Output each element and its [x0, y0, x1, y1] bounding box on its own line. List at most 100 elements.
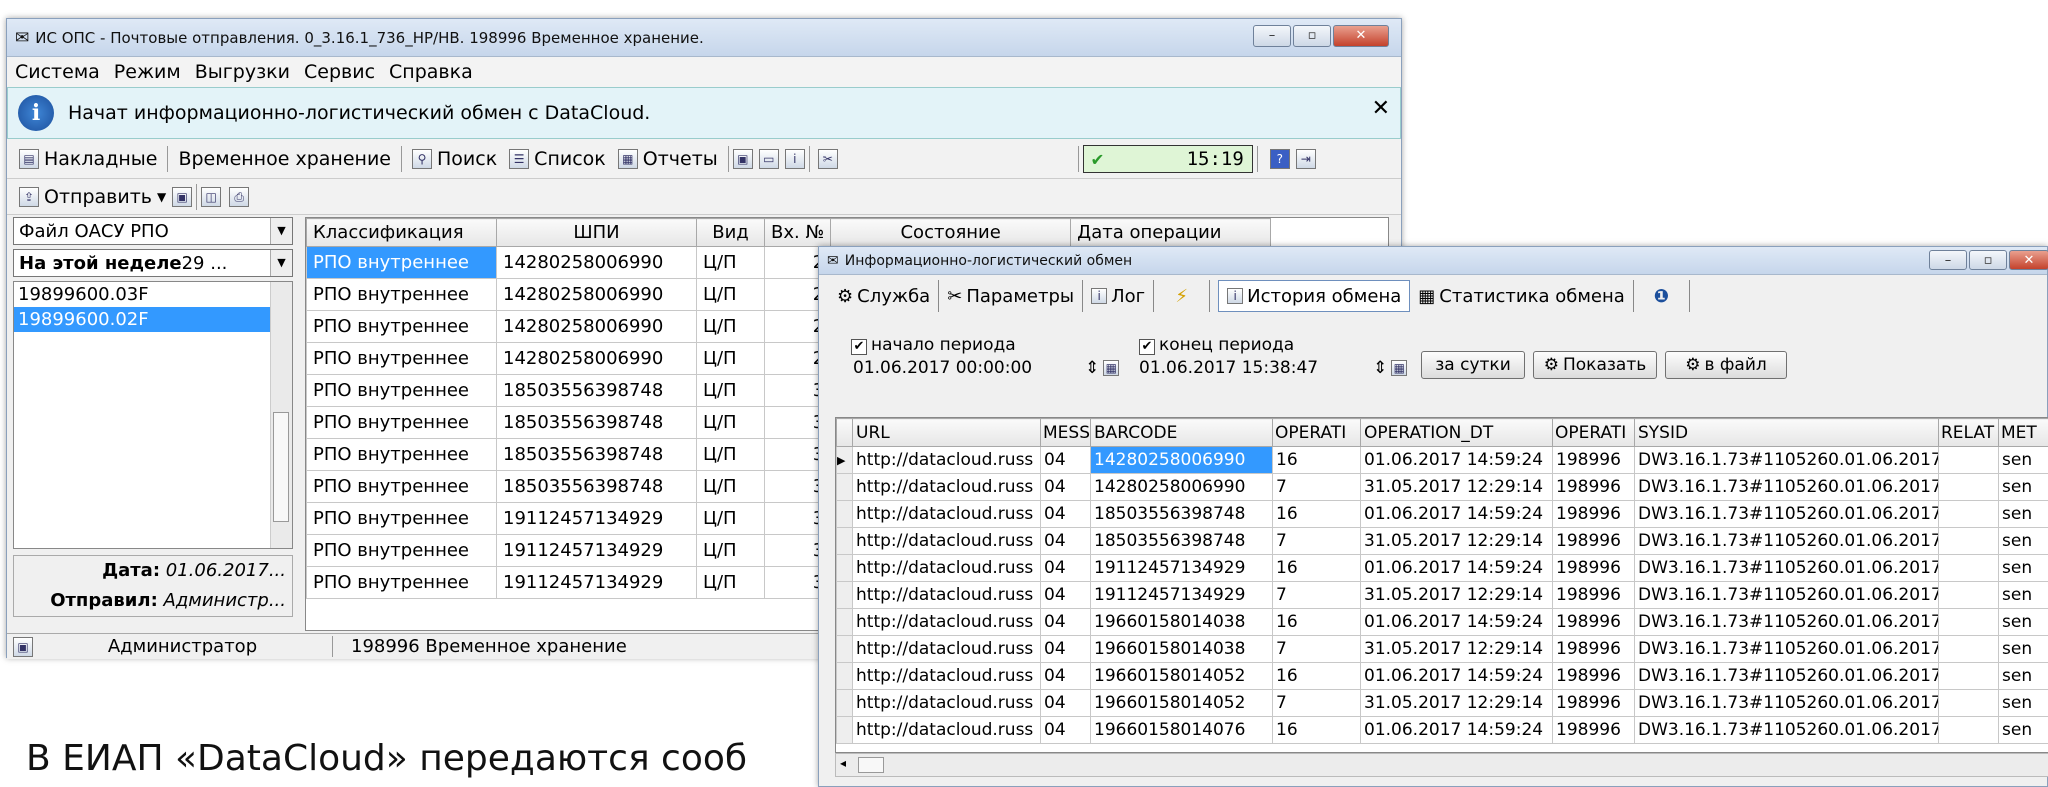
- tab-info[interactable]: ❶: [1634, 280, 1690, 312]
- column-header[interactable]: Вх. №: [763, 218, 832, 247]
- minimize-button[interactable]: –: [1253, 25, 1291, 47]
- scroll-left-icon[interactable]: ◂: [840, 756, 846, 770]
- table-cell: РПО внутреннее: [306, 406, 497, 439]
- dialog-close-button[interactable]: ✕: [2009, 250, 2048, 270]
- history-icon: i: [1227, 288, 1244, 304]
- table-row[interactable]: http://datacloud.russ 04 19660158014052 7 31…: [836, 689, 2048, 717]
- dialog-minimize-button[interactable]: –: [1929, 250, 1967, 270]
- tab-exchange-stats[interactable]: ▦ Статистика обмена: [1410, 280, 1634, 312]
- column-header[interactable]: SYSID: [1634, 418, 1939, 447]
- column-header[interactable]: OPERATION_DT: [1360, 418, 1553, 447]
- table-cell: sen: [1998, 527, 2048, 555]
- column-header[interactable]: ШПИ: [496, 218, 697, 247]
- help-icon[interactable]: ?: [1269, 148, 1290, 169]
- send-icon: ⇪: [19, 186, 39, 207]
- table-row[interactable]: ▶ http://datacloud.russ 04 14280258006990 16…: [836, 446, 2048, 474]
- column-header[interactable]: RELAT: [1938, 418, 1999, 447]
- column-header[interactable]: Вид: [696, 218, 765, 247]
- table-row[interactable]: http://datacloud.russ 04 19660158014076 16 0…: [836, 716, 2048, 744]
- table-cell: 7: [1272, 689, 1361, 717]
- invoices-button[interactable]: ▤ Накладные: [13, 148, 163, 170]
- column-header[interactable]: Дата операции: [1070, 218, 1272, 247]
- table-cell: 198996: [1552, 581, 1635, 609]
- table-row[interactable]: http://datacloud.russ 04 19112457134929 16 0…: [836, 554, 2048, 582]
- column-header[interactable]: OPERATI: [1552, 418, 1635, 447]
- menu-service[interactable]: Сервис: [304, 61, 375, 83]
- show-button[interactable]: ⚙ Показать: [1533, 351, 1657, 379]
- tab-lightning[interactable]: ⚡: [1154, 280, 1211, 312]
- lightning-icon: ⚡: [1175, 285, 1188, 307]
- column-header[interactable]: Классификация: [306, 218, 497, 247]
- menu-help[interactable]: Справка: [389, 61, 473, 83]
- spinner-icon[interactable]: ⇕: [1373, 358, 1387, 378]
- column-header[interactable]: OPERATI: [1272, 418, 1361, 447]
- calendar-icon[interactable]: ▦: [1103, 360, 1120, 376]
- tab-parameters[interactable]: ✂ Параметры: [939, 280, 1084, 312]
- tab-exchange-history[interactable]: i История обмена: [1218, 280, 1411, 312]
- column-header[interactable]: URL: [852, 418, 1041, 447]
- close-button[interactable]: ✕: [1333, 25, 1389, 47]
- info-close-icon[interactable]: ✕: [1372, 96, 1390, 121]
- send-button[interactable]: ⇪ Отправить ▼: [13, 186, 172, 208]
- disk-icon[interactable]: ▣: [172, 186, 193, 207]
- table-row[interactable]: http://datacloud.russ 04 18503556398748 16 0…: [836, 500, 2048, 528]
- table-cell: 19660158014038: [1090, 608, 1273, 636]
- table-cell: [1938, 473, 1999, 501]
- period-start-checkbox[interactable]: ✔: [851, 339, 867, 355]
- table-cell: 01.06.2017 14:59:24: [1360, 608, 1553, 636]
- reports-button[interactable]: ▦ Отчеты: [612, 148, 724, 170]
- per-day-button[interactable]: за сутки: [1421, 351, 1525, 379]
- toolbar-separator: [1256, 145, 1258, 172]
- column-header[interactable]: Состояние: [830, 218, 1072, 247]
- calendar-icon[interactable]: ▦: [1391, 360, 1408, 376]
- tools-icon[interactable]: ✂: [817, 148, 838, 169]
- period-start-input[interactable]: 01.06.2017 00:00:00: [851, 355, 1081, 381]
- folder-icon[interactable]: ▭: [758, 148, 779, 169]
- search-button[interactable]: ⚲ Поиск: [406, 148, 503, 170]
- horizontal-scrollbar[interactable]: ◂: [835, 753, 2048, 777]
- column-header[interactable]: MET: [1998, 418, 2048, 447]
- document-icon: ▤: [19, 148, 39, 169]
- list-item[interactable]: 19899600.03F: [14, 282, 292, 307]
- scrollbar-thumb[interactable]: [273, 412, 289, 522]
- export-to-file-button[interactable]: ⚙ в файл: [1665, 351, 1787, 379]
- period-combo[interactable]: На этой неделе 29 ... ▼: [13, 249, 293, 277]
- table-row[interactable]: http://datacloud.russ 04 18503556398748 7 31…: [836, 527, 2048, 555]
- chevron-down-icon: ▼: [270, 218, 292, 244]
- save-icon[interactable]: ▣: [732, 148, 753, 169]
- table-cell: 04: [1040, 608, 1091, 636]
- table-row[interactable]: http://datacloud.russ 04 19660158014038 7 31…: [836, 635, 2048, 663]
- table-row[interactable]: http://datacloud.russ 04 14280258006990 7 31…: [836, 473, 2048, 501]
- info-icon: ❶: [1653, 285, 1669, 307]
- period-end-input[interactable]: 01.06.2017 15:38:47: [1139, 355, 1369, 381]
- table-cell: http://datacloud.russ: [852, 716, 1041, 744]
- exit-icon[interactable]: ⇥: [1295, 148, 1316, 169]
- lock-icon: ▣: [13, 636, 33, 657]
- maximize-button[interactable]: ▫: [1293, 25, 1331, 47]
- dialog-maximize-button[interactable]: ▫: [1969, 250, 2007, 270]
- info-list-icon[interactable]: i: [784, 148, 805, 169]
- tab-log[interactable]: i Лог: [1083, 280, 1155, 312]
- slide-caption: В ЕИАП «DataCloud» передаются сооб: [26, 738, 748, 779]
- temp-storage-button[interactable]: Временное хранение: [172, 148, 397, 170]
- preview-icon[interactable]: ◫: [201, 186, 222, 207]
- menu-system[interactable]: Система: [15, 61, 100, 83]
- menu-exports[interactable]: Выгрузки: [195, 61, 290, 83]
- info-banner: i Начат информационно-логистический обме…: [7, 87, 1401, 139]
- column-header[interactable]: MESS: [1040, 418, 1091, 447]
- period-end-checkbox[interactable]: ✔: [1139, 339, 1155, 355]
- tab-service[interactable]: ⚙ Служба: [829, 280, 940, 312]
- table-cell: 01.06.2017 14:59:24: [1360, 500, 1553, 528]
- scrollbar-thumb[interactable]: [858, 757, 884, 773]
- table-row[interactable]: http://datacloud.russ 04 19660158014038 16 0…: [836, 608, 2048, 636]
- file-type-combo[interactable]: Файл ОАСУ РПО ▼: [13, 217, 293, 245]
- list-button[interactable]: ☰ Список: [503, 148, 612, 170]
- table-row[interactable]: http://datacloud.russ 04 19112457134929 7 31…: [836, 581, 2048, 609]
- column-header[interactable]: BARCODE: [1090, 418, 1273, 447]
- spinner-icon[interactable]: ⇕: [1085, 358, 1099, 378]
- print-icon[interactable]: ⎙: [229, 186, 250, 207]
- list-item[interactable]: 19899600.02F: [14, 307, 272, 332]
- table-row[interactable]: http://datacloud.russ 04 19660158014052 16 0…: [836, 662, 2048, 690]
- vertical-scrollbar[interactable]: [270, 282, 292, 548]
- menu-mode[interactable]: Режим: [114, 61, 181, 83]
